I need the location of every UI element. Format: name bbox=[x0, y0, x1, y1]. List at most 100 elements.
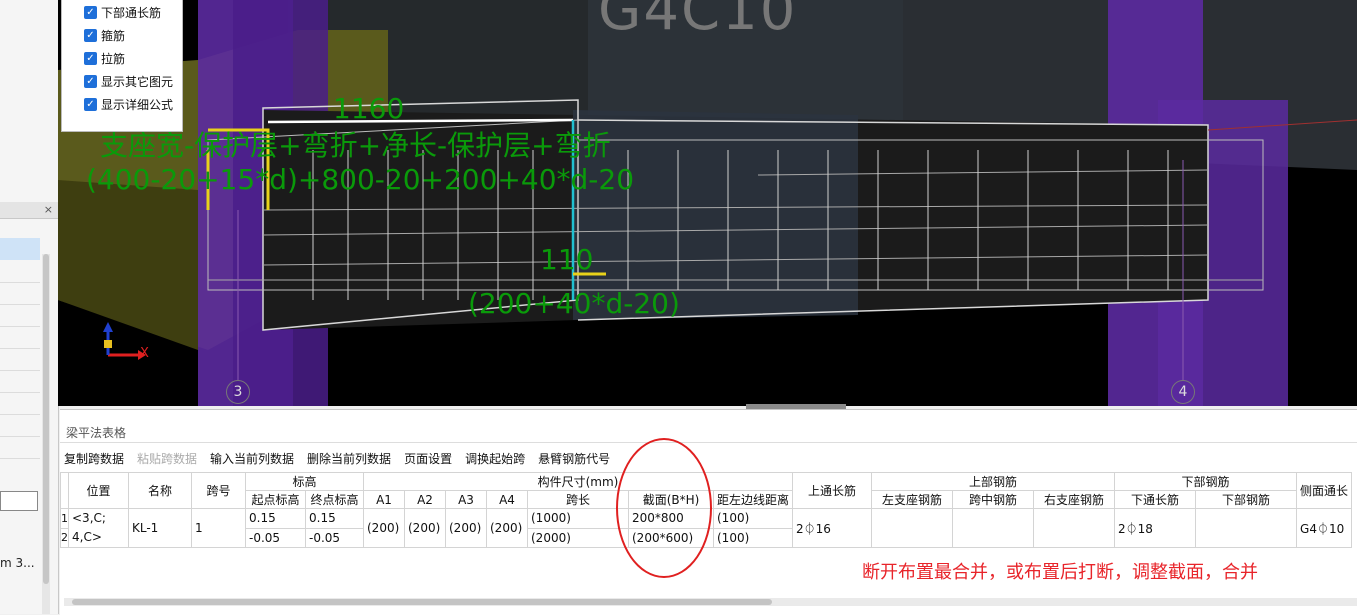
top-continuous-cell[interactable]: 2⏀16 bbox=[792, 508, 873, 548]
table-toolbar: 复制跨数据 粘贴跨数据 输入当前列数据 删除当前列数据 页面设置 调换起始跨 悬… bbox=[64, 450, 623, 468]
side-continuous-cell[interactable]: G4⏀10 bbox=[1296, 508, 1353, 548]
copy-span-data-button[interactable]: 复制跨数据 bbox=[64, 450, 124, 468]
checkbox-tie-bar[interactable]: ✓ 拉筋 bbox=[84, 49, 125, 67]
left-panel-row[interactable] bbox=[0, 458, 40, 459]
checkbox-checked-icon[interactable]: ✓ bbox=[84, 5, 97, 19]
start-elevation-cell[interactable]: -0.05 bbox=[245, 527, 306, 548]
a4-cell[interactable]: (200) bbox=[486, 508, 528, 548]
position-header: 位置 bbox=[68, 472, 129, 509]
axis-label-4[interactable]: 4 bbox=[1171, 380, 1195, 404]
top-rebar-header: 上部钢筋 bbox=[871, 472, 1116, 491]
span-length-cell[interactable]: (1000) bbox=[527, 508, 629, 529]
checkbox-checked-icon[interactable]: ✓ bbox=[84, 28, 97, 42]
bottom-rebar-group-header: 下部钢筋 bbox=[1114, 472, 1298, 491]
span-no-cell[interactable]: 1 bbox=[191, 508, 246, 548]
mid-span-header: 跨中钢筋 bbox=[952, 490, 1035, 509]
span-no-header: 跨号 bbox=[191, 472, 246, 509]
left-support-header: 左支座钢筋 bbox=[871, 490, 954, 509]
span-length-cell[interactable]: (2000) bbox=[527, 527, 629, 548]
start-elevation-cell[interactable]: 0.15 bbox=[245, 508, 306, 529]
checkbox-show-detailed-formula[interactable]: ✓ 显示详细公式 bbox=[84, 95, 173, 113]
dimensions-header: 构件尺寸(mm) bbox=[362, 472, 794, 491]
end-elevation-cell[interactable]: -0.05 bbox=[305, 527, 364, 548]
horizontal-scrollbar[interactable] bbox=[64, 598, 1357, 606]
checkbox-bottom-continuous[interactable]: ✓ 下部通长筋 bbox=[84, 3, 161, 21]
top-continuous-header: 上通长筋 bbox=[792, 472, 873, 509]
right-support-header: 右支座钢筋 bbox=[1033, 490, 1116, 509]
bottom-formula-dimension: (200+40*d-20) bbox=[468, 287, 680, 320]
a4-header: A4 bbox=[486, 490, 528, 509]
top-length-dimension: 1160 bbox=[333, 92, 405, 125]
swap-start-span-button[interactable]: 调换起始跨 bbox=[465, 450, 525, 468]
left-panel-scrollbar[interactable] bbox=[42, 254, 50, 614]
right-support-cell[interactable] bbox=[1033, 508, 1116, 548]
annotation-text: 断开布置最合并，或布置后打断，调整截面，合并 bbox=[862, 562, 1258, 583]
axis-label-3[interactable]: 3 bbox=[226, 380, 250, 404]
left-distance-cell[interactable]: (100) bbox=[712, 527, 794, 548]
beam-table-panel: 梁平法表格 复制跨数据 粘贴跨数据 输入当前列数据 删除当前列数据 页面设置 调… bbox=[60, 409, 1357, 615]
annotation-circle bbox=[616, 438, 712, 578]
checkbox-show-other-elements[interactable]: ✓ 显示其它图元 bbox=[84, 72, 173, 90]
olive-column-shade bbox=[58, 180, 198, 350]
end-elevation-cell[interactable]: 0.15 bbox=[305, 508, 364, 529]
left-panel-row[interactable] bbox=[0, 436, 40, 437]
checkbox-checked-icon[interactable]: ✓ bbox=[84, 74, 97, 88]
left-distance-cell[interactable]: (100) bbox=[712, 508, 794, 529]
bottom-length-dimension: 110 bbox=[540, 243, 594, 276]
viewport-scene bbox=[58, 0, 1357, 406]
left-panel-row[interactable] bbox=[0, 370, 40, 371]
checkbox-stirrup[interactable]: ✓ 箍筋 bbox=[84, 26, 125, 44]
bottom-continuous-cell[interactable]: 2⏀18 bbox=[1114, 508, 1197, 548]
row-number: 1 bbox=[60, 508, 69, 529]
bottom-continuous-header: 下通长筋 bbox=[1114, 490, 1197, 509]
start-elevation-header: 起点标高 bbox=[245, 490, 306, 509]
display-options-panel: ✓ 下部通长筋 ✓ 箍筋 ✓ 拉筋 ✓ 显示其它图元 ✓ 显示详细公式 bbox=[61, 0, 183, 132]
checkbox-label: 下部通长筋 bbox=[101, 5, 162, 20]
component-label: G4C10 bbox=[598, 0, 798, 43]
a3-cell[interactable]: (200) bbox=[445, 508, 487, 548]
left-distance-header: 距左边线距离 bbox=[712, 490, 794, 509]
checkbox-label: 箍筋 bbox=[101, 28, 126, 43]
left-panel-selected-row[interactable] bbox=[0, 238, 40, 260]
row-number: 2 bbox=[60, 527, 69, 548]
a1-cell[interactable]: (200) bbox=[363, 508, 405, 548]
formula-values-dimension: (400-20+15*d)+800-20+200+40*d-20 bbox=[86, 163, 635, 196]
elevation-header: 标高 bbox=[245, 472, 364, 491]
checkbox-checked-icon[interactable]: ✓ bbox=[84, 97, 97, 111]
cantilever-rebar-code-button[interactable]: 悬臂钢筋代号 bbox=[538, 450, 610, 468]
left-panel-row[interactable] bbox=[0, 414, 40, 415]
checkbox-label: 显示详细公式 bbox=[101, 97, 174, 112]
checkbox-label: 拉筋 bbox=[101, 51, 126, 66]
paste-span-data-button[interactable]: 粘贴跨数据 bbox=[137, 450, 197, 468]
end-elevation-header: 终点标高 bbox=[305, 490, 364, 509]
input-column-data-button[interactable]: 输入当前列数据 bbox=[210, 450, 294, 468]
span-length-header: 跨长 bbox=[527, 490, 629, 509]
a3-header: A3 bbox=[445, 490, 487, 509]
a2-cell[interactable]: (200) bbox=[404, 508, 446, 548]
left-support-cell[interactable] bbox=[871, 508, 954, 548]
close-icon[interactable]: × bbox=[44, 203, 53, 216]
divider bbox=[60, 442, 1357, 443]
axis-gizmo-x-label: X bbox=[140, 346, 149, 361]
left-panel-input[interactable] bbox=[0, 491, 38, 511]
3d-viewport[interactable]: G4C10 1160 支座宽-保护层+弯折+净长-保护层+弯折 (400-20+… bbox=[58, 0, 1357, 406]
left-panel-row[interactable] bbox=[0, 304, 40, 305]
left-panel-row[interactable] bbox=[0, 282, 40, 283]
left-panel-row[interactable] bbox=[0, 392, 40, 393]
a2-header: A2 bbox=[404, 490, 446, 509]
name-header: 名称 bbox=[128, 472, 192, 509]
bottom-rebar-header: 下部钢筋 bbox=[1195, 490, 1298, 509]
checkbox-checked-icon[interactable]: ✓ bbox=[84, 51, 97, 65]
formula-main-dimension: 支座宽-保护层+弯折+净长-保护层+弯折 bbox=[100, 129, 611, 162]
left-panel-row[interactable] bbox=[0, 326, 40, 327]
position-cell[interactable]: <3,C; 4,C> bbox=[68, 508, 129, 548]
side-continuous-header: 侧面通长 bbox=[1296, 472, 1353, 509]
delete-column-data-button[interactable]: 删除当前列数据 bbox=[307, 450, 391, 468]
left-panel-row[interactable] bbox=[0, 348, 40, 349]
bottom-rebar-cell[interactable] bbox=[1195, 508, 1298, 548]
left-panel-truncated-text: m 3... bbox=[0, 556, 35, 570]
mid-span-cell[interactable] bbox=[952, 508, 1035, 548]
name-cell[interactable]: KL-1 bbox=[128, 508, 192, 548]
row-number-header bbox=[60, 472, 69, 509]
page-setup-button[interactable]: 页面设置 bbox=[404, 450, 452, 468]
